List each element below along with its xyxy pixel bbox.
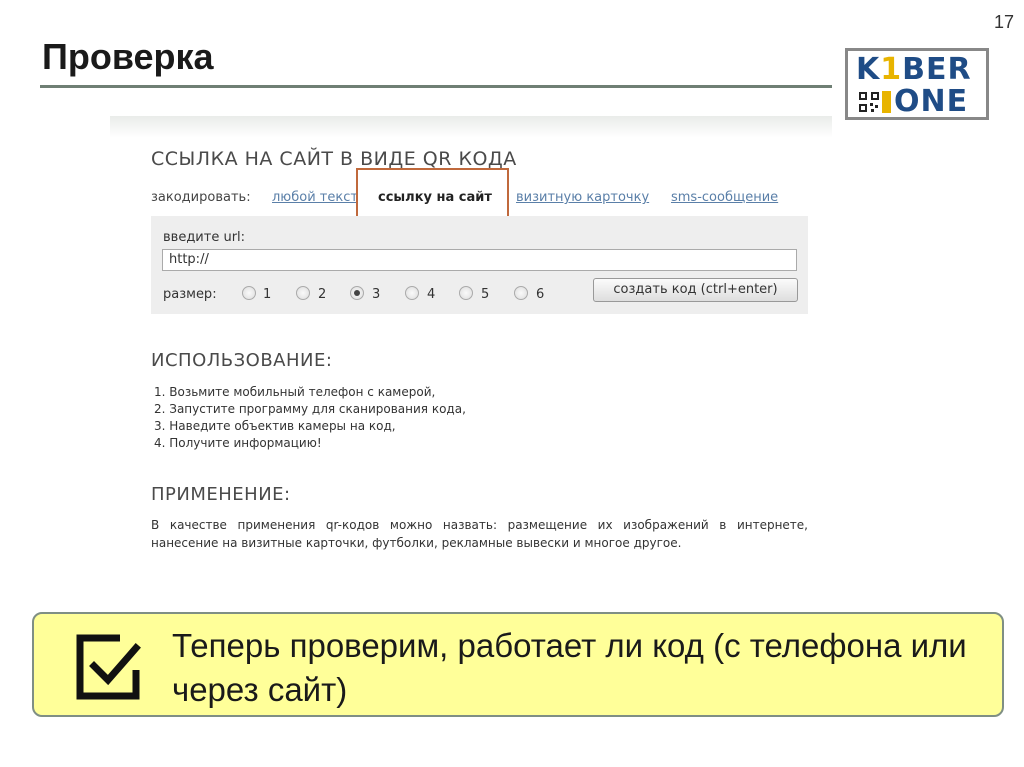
encode-option-business-card[interactable]: визитную карточку bbox=[516, 190, 649, 205]
url-input[interactable]: http:// bbox=[162, 249, 797, 271]
callout-text: Теперь проверим, работает ли код (с теле… bbox=[172, 627, 967, 708]
kiber-one-logo: K1BER ONE bbox=[845, 48, 989, 120]
size-radio-label-3: 3 bbox=[372, 287, 381, 302]
callout-box: Теперь проверим, работает ли код (с теле… bbox=[32, 612, 1004, 717]
encode-option-sms[interactable]: sms-сообщение bbox=[671, 190, 778, 205]
logo-top-text: K1BER bbox=[856, 52, 972, 87]
usage-steps-list: 1. Возьмите мобильный телефон с камерой,… bbox=[154, 384, 466, 452]
usage-heading: ИСПОЛЬЗОВАНИЕ: bbox=[151, 350, 333, 371]
apply-paragraph: В качестве применения qr-кодов можно наз… bbox=[151, 518, 808, 550]
create-code-button[interactable]: создать код (ctrl+enter) bbox=[593, 278, 798, 302]
url-label: введите url: bbox=[163, 230, 246, 245]
size-radio-6[interactable] bbox=[514, 286, 528, 300]
size-radio-label-5: 5 bbox=[481, 287, 490, 302]
usage-step: 3. Наведите объектив камеры на код, bbox=[154, 419, 396, 433]
logo-bottom-text: ONE bbox=[894, 84, 969, 119]
slide-number: 17 bbox=[993, 12, 1014, 32]
size-radio-label-6: 6 bbox=[536, 287, 545, 302]
page-heading: ССЫЛКА НА САЙТ В ВИДЕ QR КОДА bbox=[151, 148, 517, 170]
screenshot-top-bar bbox=[110, 116, 832, 138]
logo-accent-bar bbox=[882, 91, 891, 113]
encode-option-any-text[interactable]: любой текст bbox=[272, 190, 358, 205]
size-radio-label-1: 1 bbox=[263, 287, 272, 302]
qr-site-screenshot: ССЫЛКА НА САЙТ В ВИДЕ QR КОДА закодирова… bbox=[110, 116, 832, 586]
encode-label: закодировать: bbox=[151, 190, 251, 205]
checkbox-checked-icon bbox=[76, 634, 141, 700]
usage-step: 1. Возьмите мобильный телефон с камерой, bbox=[154, 385, 436, 399]
title-divider bbox=[40, 85, 832, 88]
url-form-panel: введите url: http:// размер: 1 2 3 4 5 6… bbox=[151, 216, 808, 314]
apply-heading: ПРИМЕНЕНИЕ: bbox=[151, 484, 291, 505]
size-radio-3[interactable] bbox=[350, 286, 364, 300]
size-label: размер: bbox=[163, 287, 217, 302]
size-radio-1[interactable] bbox=[242, 286, 256, 300]
slide-title: Проверка bbox=[42, 36, 214, 77]
size-radio-5[interactable] bbox=[459, 286, 473, 300]
size-radio-2[interactable] bbox=[296, 286, 310, 300]
size-radio-label-4: 4 bbox=[427, 287, 436, 302]
usage-step: 4. Получите информацию! bbox=[154, 436, 322, 450]
usage-step: 2. Запустите программу для сканирования … bbox=[154, 402, 466, 416]
size-radio-4[interactable] bbox=[405, 286, 419, 300]
qr-icon bbox=[858, 91, 880, 113]
size-radio-label-2: 2 bbox=[318, 287, 327, 302]
